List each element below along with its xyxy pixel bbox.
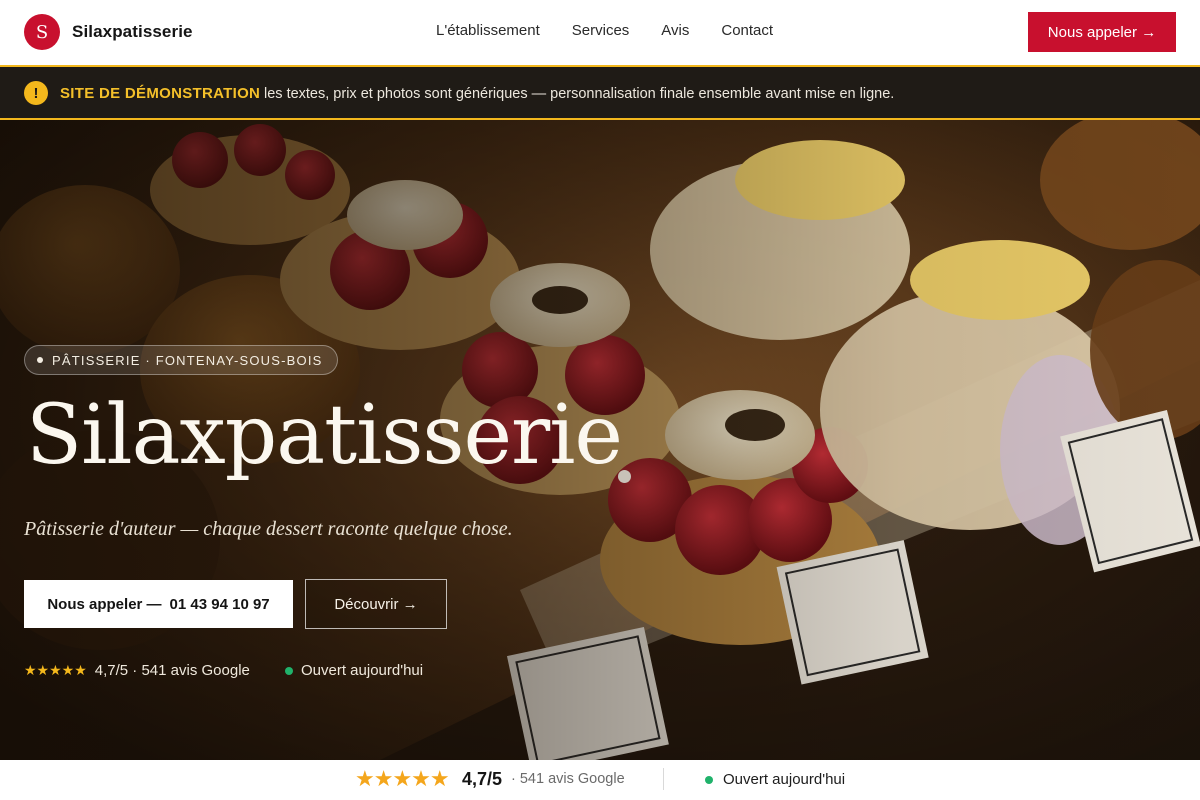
category-pill: PÂTISSERIE · FONTENAY-SOUS-BOIS — [24, 345, 338, 375]
open-status-dot-icon — [705, 775, 713, 784]
top-navigation: S Silaxpatisserie L'établissement Servic… — [0, 0, 1200, 65]
call-button-header[interactable]: Nous appeler → — [1028, 12, 1176, 52]
rating-stars-icon: ★★★★★ — [24, 662, 87, 678]
nav-link-etablissement[interactable]: L'établissement — [436, 22, 540, 39]
call-phone-button[interactable]: Nous appeler — 01 43 94 10 97 — [24, 580, 293, 628]
hero-rating-text: 4,7/5 · 541 avis Google — [94, 662, 250, 679]
logo-mark[interactable]: S — [24, 14, 60, 50]
title-dot-icon — [618, 470, 631, 483]
strip-score: 4,7/5 — [462, 769, 503, 789]
discover-button[interactable]: Découvrir → — [305, 579, 447, 629]
strip-open-status: Ouvert aujourd'hui — [705, 771, 845, 788]
strip-divider — [663, 768, 664, 790]
warning-icon: ! — [24, 81, 48, 105]
strip-reviews[interactable]: · 541 avis Google — [511, 771, 625, 787]
hero-subtitle: Pâtisserie d'auteur — chaque dessert rac… — [24, 518, 513, 540]
category-pill-label: PÂTISSERIE · FONTENAY-SOUS-BOIS — [52, 352, 323, 368]
main-menu: L'établissement Services Avis Contact — [436, 22, 773, 39]
nav-link-services[interactable]: Services — [572, 22, 630, 39]
hero-rating: ★★★★★ 4,7/5 · 541 avis Google — [24, 662, 250, 679]
call-button-phone: 01 43 94 10 97 — [169, 595, 270, 613]
hero-open-text: Ouvert aujourd'hui — [301, 662, 424, 679]
nav-link-contact[interactable]: Contact — [721, 22, 773, 39]
strip-open-text: Ouvert aujourd'hui — [723, 771, 846, 788]
brand-name[interactable]: Silaxpatisserie — [72, 22, 193, 42]
nav-link-avis[interactable]: Avis — [661, 22, 689, 39]
call-button-label: Nous appeler — — [47, 595, 162, 613]
hero-open-status: Ouvert aujourd'hui — [285, 662, 423, 679]
hero-section: PÂTISSERIE · FONTENAY-SOUS-BOIS Silaxpat… — [0, 120, 1200, 760]
rating-strip: ★★★★★ 4,7/5 · 541 avis Google Ouvert auj… — [0, 760, 1200, 800]
banner-title: SITE DE DÉMONSTRATION — [60, 85, 261, 102]
strip-stars-icon: ★★★★★ — [355, 766, 450, 791]
demo-banner: ! SITE DE DÉMONSTRATION les textes, prix… — [0, 65, 1200, 120]
hero-title: Silaxpatisserie — [26, 388, 623, 483]
bullet-icon — [37, 357, 43, 363]
open-status-dot-icon — [285, 666, 293, 675]
banner-text: les textes, prix et photos sont génériqu… — [264, 86, 895, 102]
